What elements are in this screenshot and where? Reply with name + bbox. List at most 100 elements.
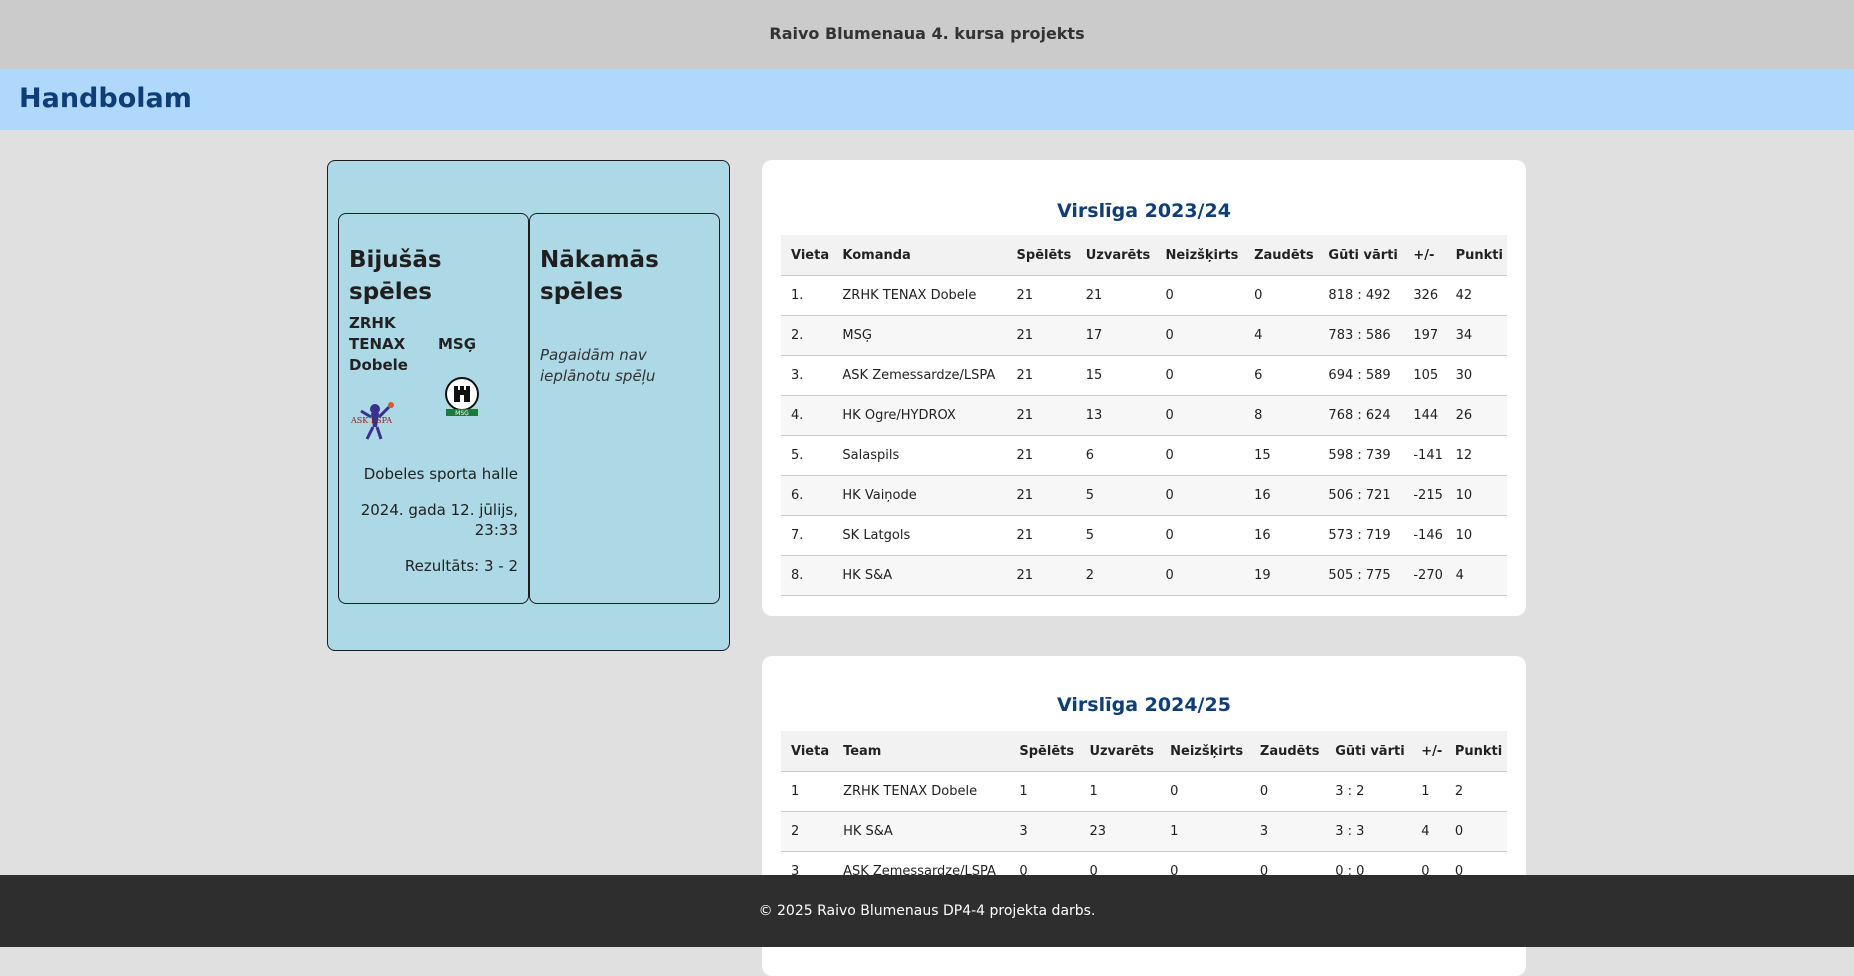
table-cell: 1 (1009, 771, 1080, 812)
table-cell: 5 (1075, 515, 1156, 556)
table-cell: 818 : 492 (1318, 275, 1404, 316)
table-cell: 144 (1403, 395, 1446, 436)
league-table: Vieta Team Spēlēts Uzvarēts Neizšķirts Zaudēt… (781, 731, 1507, 892)
away-team-logo: MSĢ (445, 377, 479, 417)
table-cell: 0 (1155, 355, 1245, 396)
column-header: Team (833, 731, 1010, 772)
past-games-heading: Bijušās spēles (349, 247, 442, 305)
table-cell: 16 (1244, 475, 1319, 516)
column-header: Punkti (1444, 731, 1507, 772)
table-cell: 0 (1155, 395, 1245, 436)
table-cell: 0 (1249, 771, 1326, 812)
table-cell: 12 (1445, 435, 1507, 476)
away-logo-text: MSĢ (455, 410, 469, 417)
table-cell: ZRHK TENAX Dobele (833, 771, 1010, 812)
table-cell: 42 (1445, 275, 1507, 316)
game-date: 2024. gada 12. jūlijs, 23:33 (360, 501, 518, 539)
table-cell: 34 (1445, 315, 1507, 356)
table-cell: 2 (1444, 771, 1507, 812)
column-header: Vieta (781, 235, 833, 276)
table-cell: 6 (1244, 355, 1319, 396)
table-cell: SK Latgols (832, 515, 1007, 556)
table-row: 5. Salaspils 21 6 0 15 598 : 739 -141 12 (781, 435, 1507, 476)
table-row: 4. HK Ogre/HYDROX 21 13 0 8 768 : 624 144 26 (781, 395, 1507, 436)
table-cell: 21 (1006, 475, 1076, 516)
game-venue: Dobeles sporta halle (363, 465, 518, 483)
league-table-card-2023: Virslīga 2023/24 Vieta Komanda Spēlēts Uzva… (762, 160, 1526, 616)
table-row: 7. SK Latgols 21 5 0 16 573 : 719 -146 10 (781, 515, 1507, 556)
table-cell: 19 (1244, 555, 1319, 596)
table-cell: 4. (781, 395, 833, 436)
table-cell: 1. (781, 275, 833, 316)
column-header: Uzvarēts (1075, 235, 1156, 276)
table-cell: 23 (1079, 811, 1161, 852)
table-cell: 573 : 719 (1318, 515, 1404, 556)
page-title-bar: Handbolam (0, 69, 1854, 130)
table-cell: 1 (1160, 811, 1250, 852)
table-cell: 506 : 721 (1318, 475, 1404, 516)
past-games-card: Bijušās spēles ZRHK TENAX Dobele MSĢ ASK… (338, 213, 529, 604)
league-table-title: Virslīga 2023/24 (1057, 200, 1231, 222)
table-cell: ZRHK TENAX Dobele (832, 275, 1007, 316)
table-cell: 0 (1155, 555, 1245, 596)
table-cell: 4 (1445, 555, 1507, 596)
table-cell: 783 : 586 (1318, 315, 1404, 356)
column-header: Spēlēts (1006, 235, 1076, 276)
table-cell: 197 (1403, 315, 1446, 356)
table-cell: 3 (1249, 811, 1326, 852)
table-cell: 0 (1155, 515, 1245, 556)
table-cell: -270 (1403, 555, 1446, 596)
table-row: 3. ASK Zemessardze/LSPA 21 15 0 6 694 : 589 105… (781, 355, 1507, 396)
table-cell: 0 (1155, 435, 1245, 476)
table-cell: 13 (1075, 395, 1156, 436)
site-header: Raivo Blumenaua 4. kursa projekts (0, 0, 1854, 69)
column-header: +/- (1411, 731, 1445, 772)
table-cell: 15 (1244, 435, 1319, 476)
column-header: Spēlēts (1009, 731, 1080, 772)
table-cell: 26 (1445, 395, 1507, 436)
table-cell: 1 (1411, 771, 1445, 812)
league-table-title: Virslīga 2024/25 (1057, 694, 1231, 716)
table-cell: 1 (781, 771, 834, 812)
table-row: 1. ZRHK TENAX Dobele 21 21 0 0 818 : 492 326 42 (781, 275, 1507, 316)
table-cell: 2. (781, 315, 833, 356)
league-table: Vieta Komanda Spēlēts Uzvarēts Neizšķirts Zau… (781, 235, 1507, 596)
table-cell: -146 (1403, 515, 1446, 556)
column-header: Uzvarēts (1079, 731, 1161, 772)
home-logo-text: ASK LSPA (350, 416, 392, 425)
table-cell: HK Ogre/HYDROX (832, 395, 1007, 436)
table-cell: 5. (781, 435, 833, 476)
table-cell: -215 (1403, 475, 1446, 516)
table-cell: Salaspils (832, 435, 1007, 476)
table-cell: 4 (1411, 811, 1445, 852)
table-cell: 21 (1075, 275, 1156, 316)
column-header: Gūti vārti (1318, 235, 1404, 276)
table-row: 2. MSĢ 21 17 0 4 783 : 586 197 34 (781, 315, 1507, 356)
column-header: Neizšķirts (1160, 731, 1250, 772)
games-panel: Bijušās spēles ZRHK TENAX Dobele MSĢ ASK… (327, 160, 730, 651)
table-cell: 17 (1075, 315, 1156, 356)
table-cell: HK Vaiņode (832, 475, 1007, 516)
table-cell: HK S&A (833, 811, 1010, 852)
table-row: 6. HK Vaiņode 21 5 0 16 506 : 721 -215 10 (781, 475, 1507, 516)
table-cell: 0 (1155, 315, 1245, 356)
table-cell: 21 (1006, 435, 1076, 476)
table-cell: 6 (1075, 435, 1156, 476)
table-cell: 694 : 589 (1318, 355, 1404, 396)
table-cell: 21 (1006, 315, 1076, 356)
table-cell: 0 (1160, 771, 1250, 812)
table-cell: 3 (1009, 811, 1080, 852)
table-cell: 505 : 775 (1318, 555, 1404, 596)
page-title: Handbolam (19, 83, 192, 114)
column-header: Komanda (832, 235, 1007, 276)
no-upcoming-games-text: Pagaidām nav ieplānotu spēļu (540, 346, 656, 385)
table-cell: 3 : 2 (1325, 771, 1412, 812)
table-cell: 0 (1444, 811, 1507, 852)
table-cell: 21 (1006, 355, 1076, 396)
table-cell: 0 (1155, 475, 1245, 516)
home-team-name: ZRHK TENAX Dobele (349, 314, 408, 374)
table-cell: 2 (1075, 555, 1156, 596)
column-header: Punkti (1445, 235, 1507, 276)
table-cell: ASK Zemessardze/LSPA (832, 355, 1007, 396)
table-cell: 16 (1244, 515, 1319, 556)
